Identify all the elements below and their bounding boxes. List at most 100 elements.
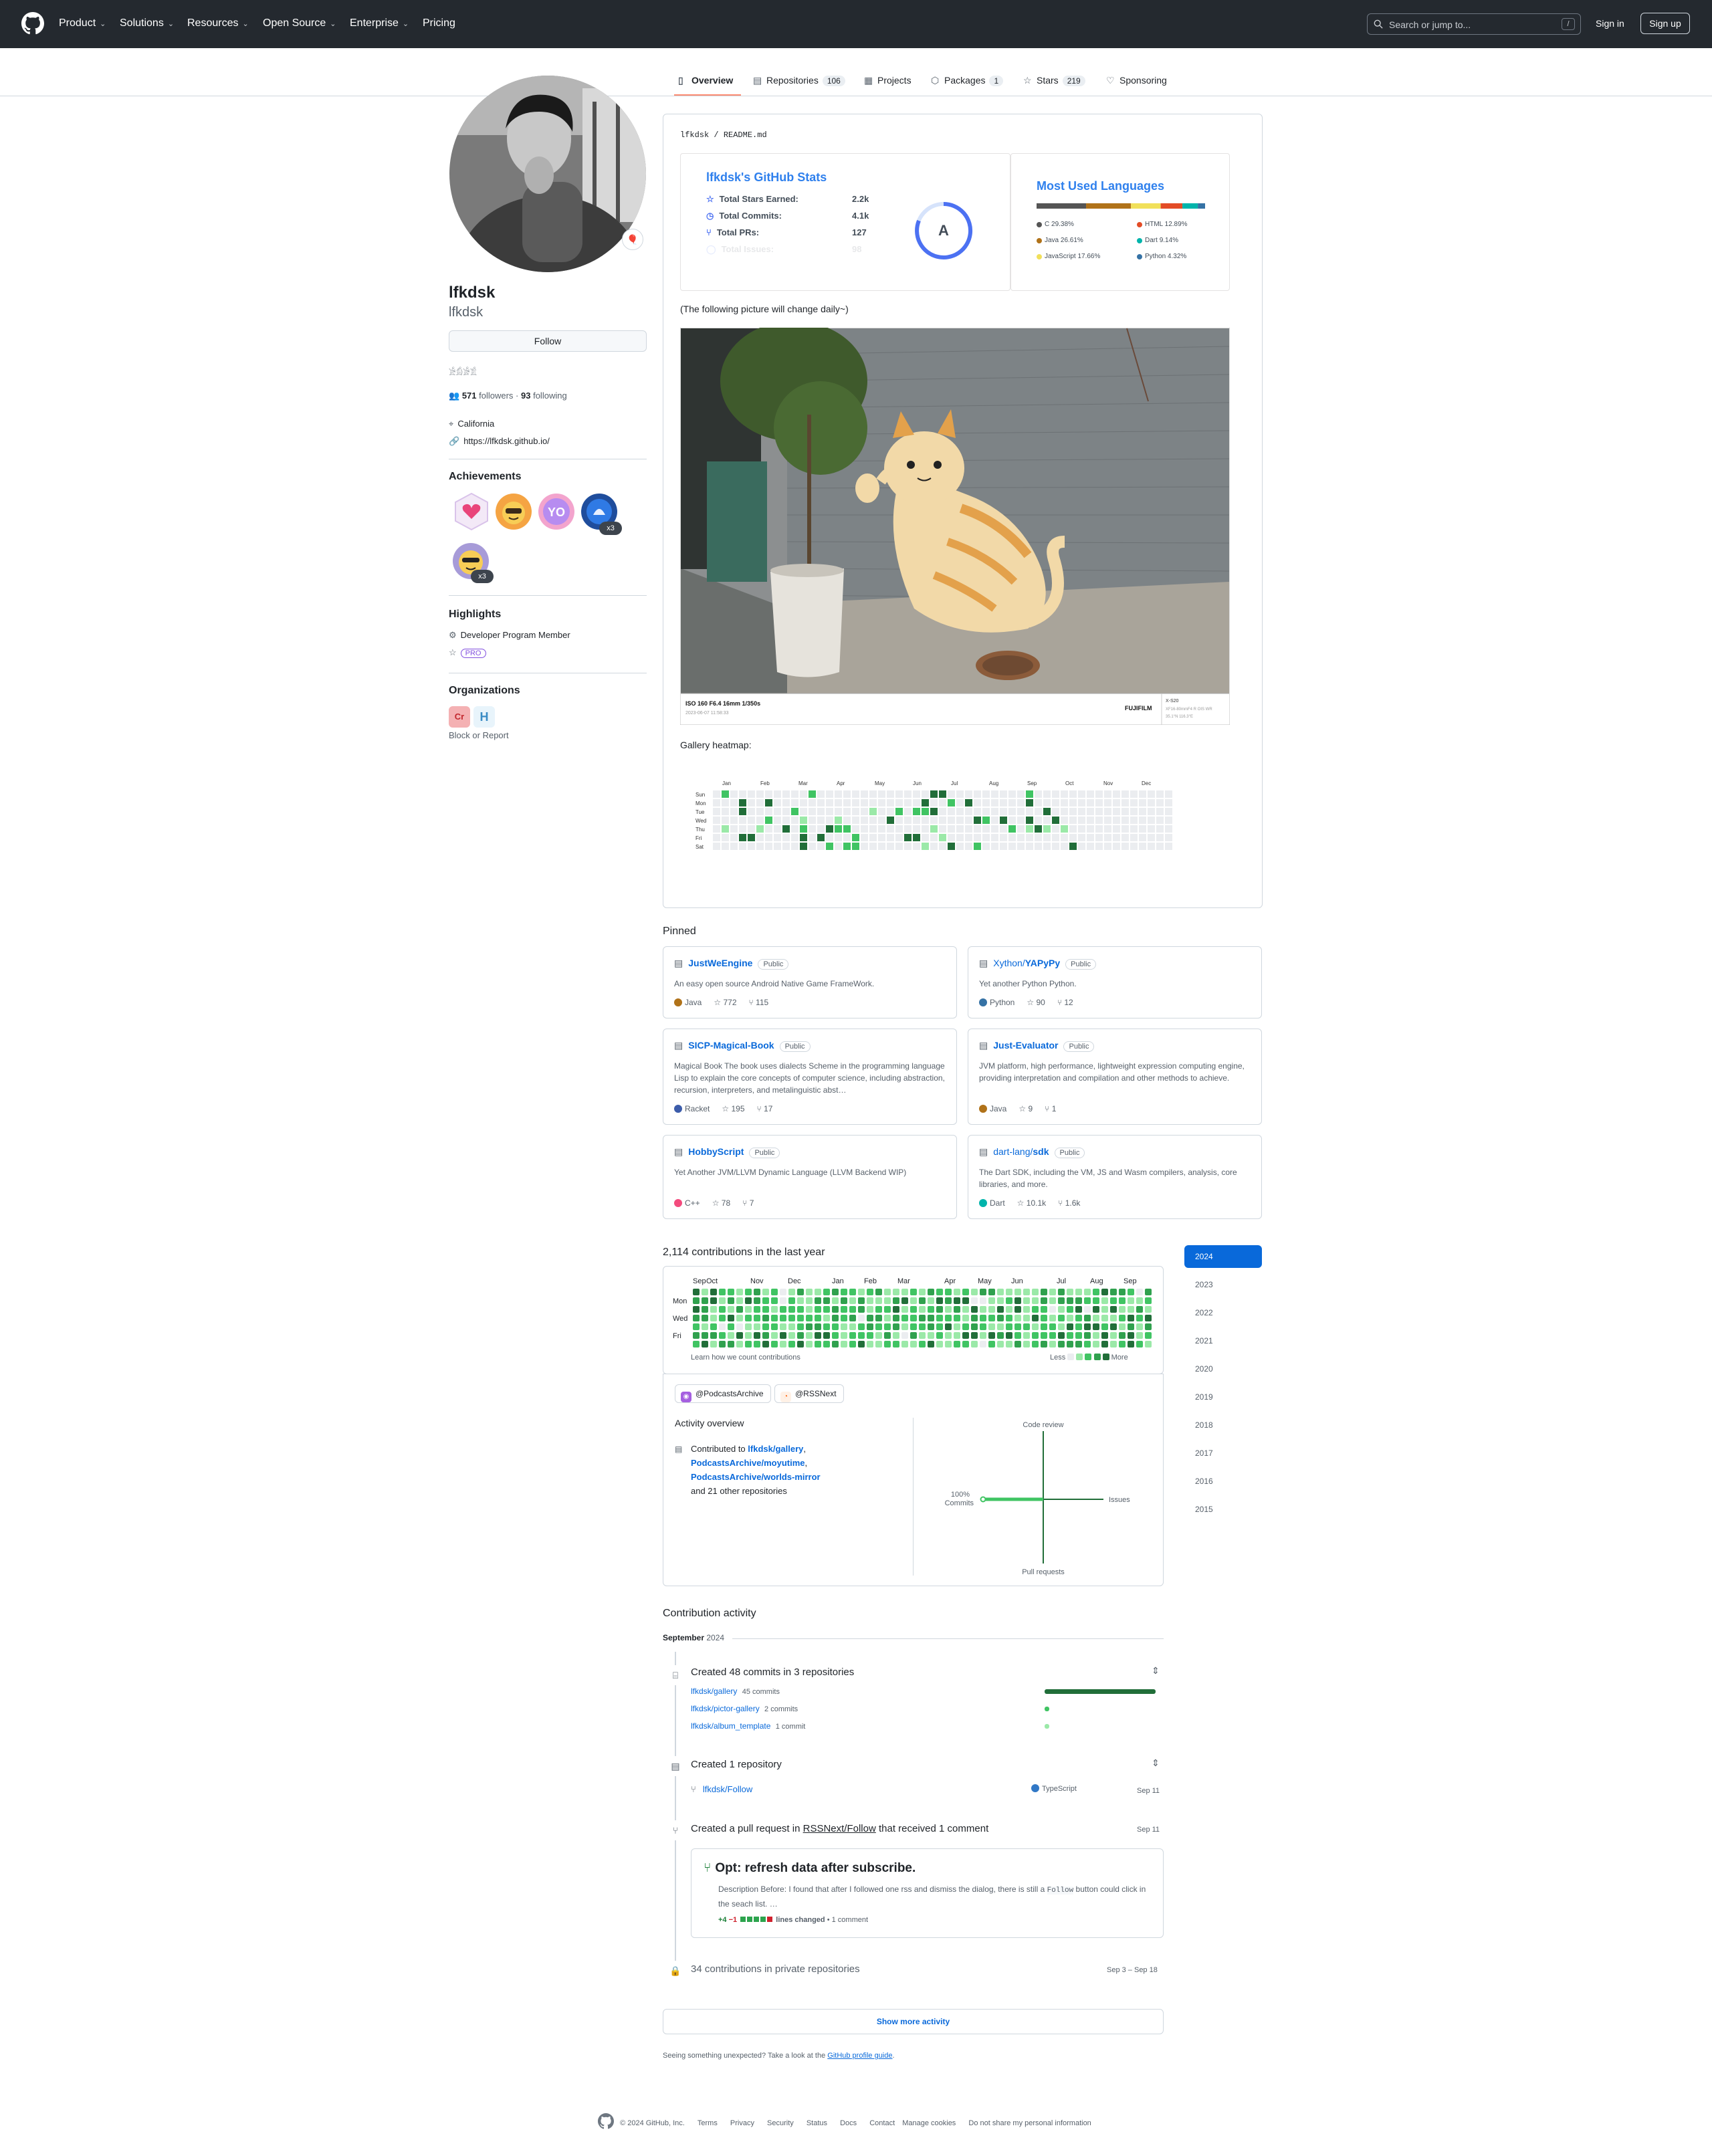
calendar-day-cell[interactable]	[788, 1315, 795, 1321]
calendar-day-cell[interactable]	[736, 1332, 743, 1339]
calendar-day-cell[interactable]	[936, 1306, 943, 1313]
calendar-day-cell[interactable]	[1136, 1315, 1143, 1321]
calendar-day-cell[interactable]	[919, 1332, 926, 1339]
calendar-day-cell[interactable]	[1023, 1297, 1030, 1304]
calendar-day-cell[interactable]	[875, 1323, 882, 1330]
calendar-day-cell[interactable]	[1006, 1306, 1012, 1313]
calendar-day-cell[interactable]	[936, 1289, 943, 1295]
calendar-day-cell[interactable]	[780, 1341, 786, 1348]
calendar-day-cell[interactable]	[875, 1315, 882, 1321]
calendar-day-cell[interactable]	[1093, 1306, 1099, 1313]
calendar-day-cell[interactable]	[1075, 1306, 1082, 1313]
calendar-day-cell[interactable]	[815, 1289, 821, 1295]
starstruck-badge-icon[interactable]	[494, 492, 533, 531]
calendar-day-cell[interactable]	[971, 1297, 978, 1304]
org-avatar-1[interactable]: Cr	[449, 706, 470, 728]
footer-link[interactable]: Status	[807, 2119, 827, 2127]
calendar-day-cell[interactable]	[1136, 1341, 1143, 1348]
calendar-day-cell[interactable]	[901, 1289, 908, 1295]
calendar-day-cell[interactable]	[980, 1289, 986, 1295]
calendar-day-cell[interactable]	[1093, 1297, 1099, 1304]
calendar-day-cell[interactable]	[728, 1323, 734, 1330]
calendar-day-cell[interactable]	[1041, 1306, 1047, 1313]
calendar-day-cell[interactable]	[1093, 1289, 1099, 1295]
calendar-day-cell[interactable]	[788, 1306, 795, 1313]
calendar-day-cell[interactable]	[1136, 1332, 1143, 1339]
calendar-day-cell[interactable]	[1119, 1306, 1126, 1313]
contributed-repo-link[interactable]: PodcastsArchive/moyutime	[691, 1458, 805, 1468]
calendar-day-cell[interactable]	[780, 1306, 786, 1313]
calendar-day-cell[interactable]	[884, 1297, 891, 1304]
github-logo-icon[interactable]	[598, 2113, 614, 2129]
calendar-day-cell[interactable]	[797, 1306, 804, 1313]
footer-link[interactable]: Security	[767, 2119, 794, 2127]
calendar-day-cell[interactable]	[1084, 1315, 1091, 1321]
calendar-day-cell[interactable]	[754, 1341, 760, 1348]
commits-summary[interactable]: Created 48 commits in 3 repositories	[691, 1666, 854, 1678]
calendar-day-cell[interactable]	[1049, 1306, 1056, 1313]
calendar-day-cell[interactable]	[728, 1332, 734, 1339]
calendar-day-cell[interactable]	[1023, 1341, 1030, 1348]
tab-repositories[interactable]: ▤ Repositories 106	[753, 75, 845, 86]
calendar-day-cell[interactable]	[1041, 1315, 1047, 1321]
followers-label[interactable]: followers	[479, 391, 513, 401]
calendar-day-cell[interactable]	[988, 1306, 995, 1313]
calendar-day-cell[interactable]	[719, 1306, 726, 1313]
calendar-day-cell[interactable]	[858, 1306, 865, 1313]
commit-repo-link[interactable]: lfkdsk/gallery	[691, 1687, 737, 1696]
calendar-day-cell[interactable]	[901, 1332, 908, 1339]
calendar-day-cell[interactable]	[849, 1289, 856, 1295]
calendar-day-cell[interactable]	[867, 1332, 873, 1339]
sign-in-button[interactable]: Sign in	[1596, 18, 1624, 29]
calendar-day-cell[interactable]	[1058, 1315, 1065, 1321]
repo-stars[interactable]: 78	[722, 1198, 730, 1208]
calendar-day-cell[interactable]	[936, 1332, 943, 1339]
calendar-day-cell[interactable]	[1128, 1289, 1134, 1295]
calendar-day-cell[interactable]	[1084, 1341, 1091, 1348]
calendar-day-cell[interactable]	[1145, 1315, 1152, 1321]
calendar-day-cell[interactable]	[710, 1306, 717, 1313]
calendar-day-cell[interactable]	[728, 1341, 734, 1348]
calendar-day-cell[interactable]	[928, 1289, 934, 1295]
calendar-day-cell[interactable]	[702, 1306, 708, 1313]
calendar-day-cell[interactable]	[1101, 1341, 1108, 1348]
calendar-day-cell[interactable]	[988, 1323, 995, 1330]
calendar-day-cell[interactable]	[710, 1315, 717, 1321]
calendar-day-cell[interactable]	[1128, 1323, 1134, 1330]
org-avatar-2[interactable]: H	[473, 706, 495, 728]
calendar-day-cell[interactable]	[1014, 1323, 1021, 1330]
calendar-day-cell[interactable]	[980, 1306, 986, 1313]
calendar-day-cell[interactable]	[867, 1341, 873, 1348]
calendar-day-cell[interactable]	[971, 1332, 978, 1339]
block-or-report-link[interactable]: Block or Report	[449, 730, 509, 740]
calendar-day-cell[interactable]	[1110, 1306, 1117, 1313]
calendar-day-cell[interactable]	[797, 1315, 804, 1321]
calendar-day-cell[interactable]	[1058, 1289, 1065, 1295]
calendar-day-cell[interactable]	[988, 1297, 995, 1304]
learn-contributions-link[interactable]: Learn how we count contributions	[691, 1354, 800, 1362]
repo-forks[interactable]: 17	[764, 1104, 772, 1113]
calendar-day-cell[interactable]	[1128, 1341, 1134, 1348]
calendar-day-cell[interactable]	[997, 1289, 1004, 1295]
calendar-day-cell[interactable]	[1093, 1315, 1099, 1321]
followers-count[interactable]: 571	[462, 391, 477, 401]
calendar-day-cell[interactable]	[841, 1297, 847, 1304]
calendar-day-cell[interactable]	[832, 1332, 839, 1339]
calendar-day-cell[interactable]	[1075, 1341, 1082, 1348]
calendar-day-cell[interactable]	[771, 1332, 778, 1339]
calendar-day-cell[interactable]	[997, 1323, 1004, 1330]
calendar-day-cell[interactable]	[849, 1332, 856, 1339]
calendar-day-cell[interactable]	[702, 1289, 708, 1295]
calendar-day-cell[interactable]	[1067, 1289, 1073, 1295]
calendar-day-cell[interactable]	[754, 1323, 760, 1330]
calendar-day-cell[interactable]	[823, 1341, 830, 1348]
calendar-day-cell[interactable]	[1075, 1297, 1082, 1304]
calendar-day-cell[interactable]	[1145, 1289, 1152, 1295]
calendar-day-cell[interactable]	[693, 1306, 700, 1313]
calendar-day-cell[interactable]	[945, 1323, 952, 1330]
calendar-day-cell[interactable]	[1032, 1341, 1039, 1348]
calendar-day-cell[interactable]	[893, 1315, 899, 1321]
calendar-day-cell[interactable]	[1041, 1341, 1047, 1348]
calendar-day-cell[interactable]	[954, 1297, 960, 1304]
calendar-day-cell[interactable]	[1032, 1323, 1039, 1330]
